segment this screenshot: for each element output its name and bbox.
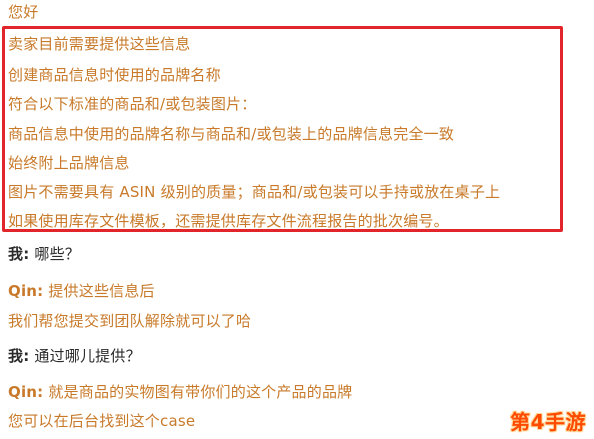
box-line: 卖家目前需要提供这些信息 <box>8 35 191 53</box>
message-qin-2-cont: 您可以在后台找到这个case <box>8 412 196 430</box>
message-qin-1-cont: 我们帮您提交到团队解除就可以了哈 <box>8 312 252 330</box>
greeting-line: 您好 <box>8 3 39 21</box>
message-text: 通过哪儿提供？ <box>34 347 141 365</box>
watermark-logo: 第4手游 <box>510 405 586 435</box>
box-line: 图片不需要具有 ASIN 级别的质量；商品和/或包装可以手持或放在桌子上 <box>8 183 501 201</box>
message-qin-1: Qin: 提供这些信息后 <box>8 281 155 301</box>
watermark-text: 第4手游 <box>510 409 586 434</box>
message-text: 哪些？ <box>34 245 80 263</box>
message-qin-2: Qin: 就是商品的实物图有带你们的这个产品的品牌 <box>8 382 352 402</box>
sender-qin-label: Qin: <box>8 383 44 401</box>
message-me-2: 我: 通过哪儿提供？ <box>8 346 141 366</box>
chat-transcript: 您好 卖家目前需要提供这些信息 创建商品信息时使用的品牌名称 符合以下标准的商品… <box>0 0 594 439</box>
sender-me-label: 我: <box>8 347 30 365</box>
box-line: 始终附上品牌信息 <box>8 154 130 172</box>
sender-qin-label: Qin: <box>8 282 44 300</box>
message-me-1: 我: 哪些？ <box>8 244 80 264</box>
message-text: 提供这些信息后 <box>48 282 155 300</box>
message-text: 就是商品的实物图有带你们的这个产品的品牌 <box>48 383 353 401</box>
box-line: 创建商品信息时使用的品牌名称 <box>8 66 221 84</box>
box-line: 如果使用库存文件模板，还需提供库存文件流程报告的批次编号。 <box>8 212 449 230</box>
sender-me-label: 我: <box>8 245 30 263</box>
box-line: 商品信息中使用的品牌名称与商品和/或包装上的品牌信息完全一致 <box>8 125 455 143</box>
box-line: 符合以下标准的商品和/或包装图片： <box>8 95 257 113</box>
